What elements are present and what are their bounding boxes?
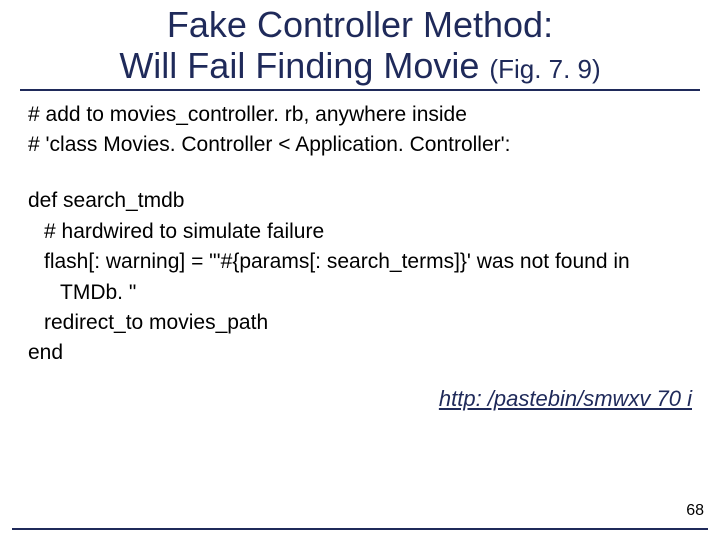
code-comment-hardwired: # hardwired to simulate failure xyxy=(28,218,692,246)
code-block: def search_tmdb # hardwired to simulate … xyxy=(28,187,692,367)
code-flash-line-1: flash[: warning] = "'#{params[: search_t… xyxy=(28,248,692,276)
comment-line-1: # add to movies_controller. rb, anywhere… xyxy=(28,101,692,129)
code-redirect: redirect_to movies_path xyxy=(28,309,692,337)
figure-reference: (Fig. 7. 9) xyxy=(489,54,600,84)
page-number: 68 xyxy=(686,502,704,520)
title-main: Will Fail Finding Movie xyxy=(119,45,489,86)
slide-title: Fake Controller Method: Will Fail Findin… xyxy=(0,0,720,87)
pastebin-link[interactable]: http: /pastebin/smwxv 70 i xyxy=(0,386,692,412)
comment-line-2: # 'class Movies. Controller < Applicatio… xyxy=(28,131,692,159)
title-line-1: Fake Controller Method: xyxy=(20,4,700,45)
title-line-2: Will Fail Finding Movie (Fig. 7. 9) xyxy=(20,45,700,86)
footer-divider xyxy=(12,528,708,530)
slide-body: # add to movies_controller. rb, anywhere… xyxy=(0,91,720,368)
code-flash-line-2: TMDb. " xyxy=(28,279,692,307)
code-def: def search_tmdb xyxy=(28,187,692,215)
code-end: end xyxy=(28,339,692,367)
slide: Fake Controller Method: Will Fail Findin… xyxy=(0,0,720,540)
